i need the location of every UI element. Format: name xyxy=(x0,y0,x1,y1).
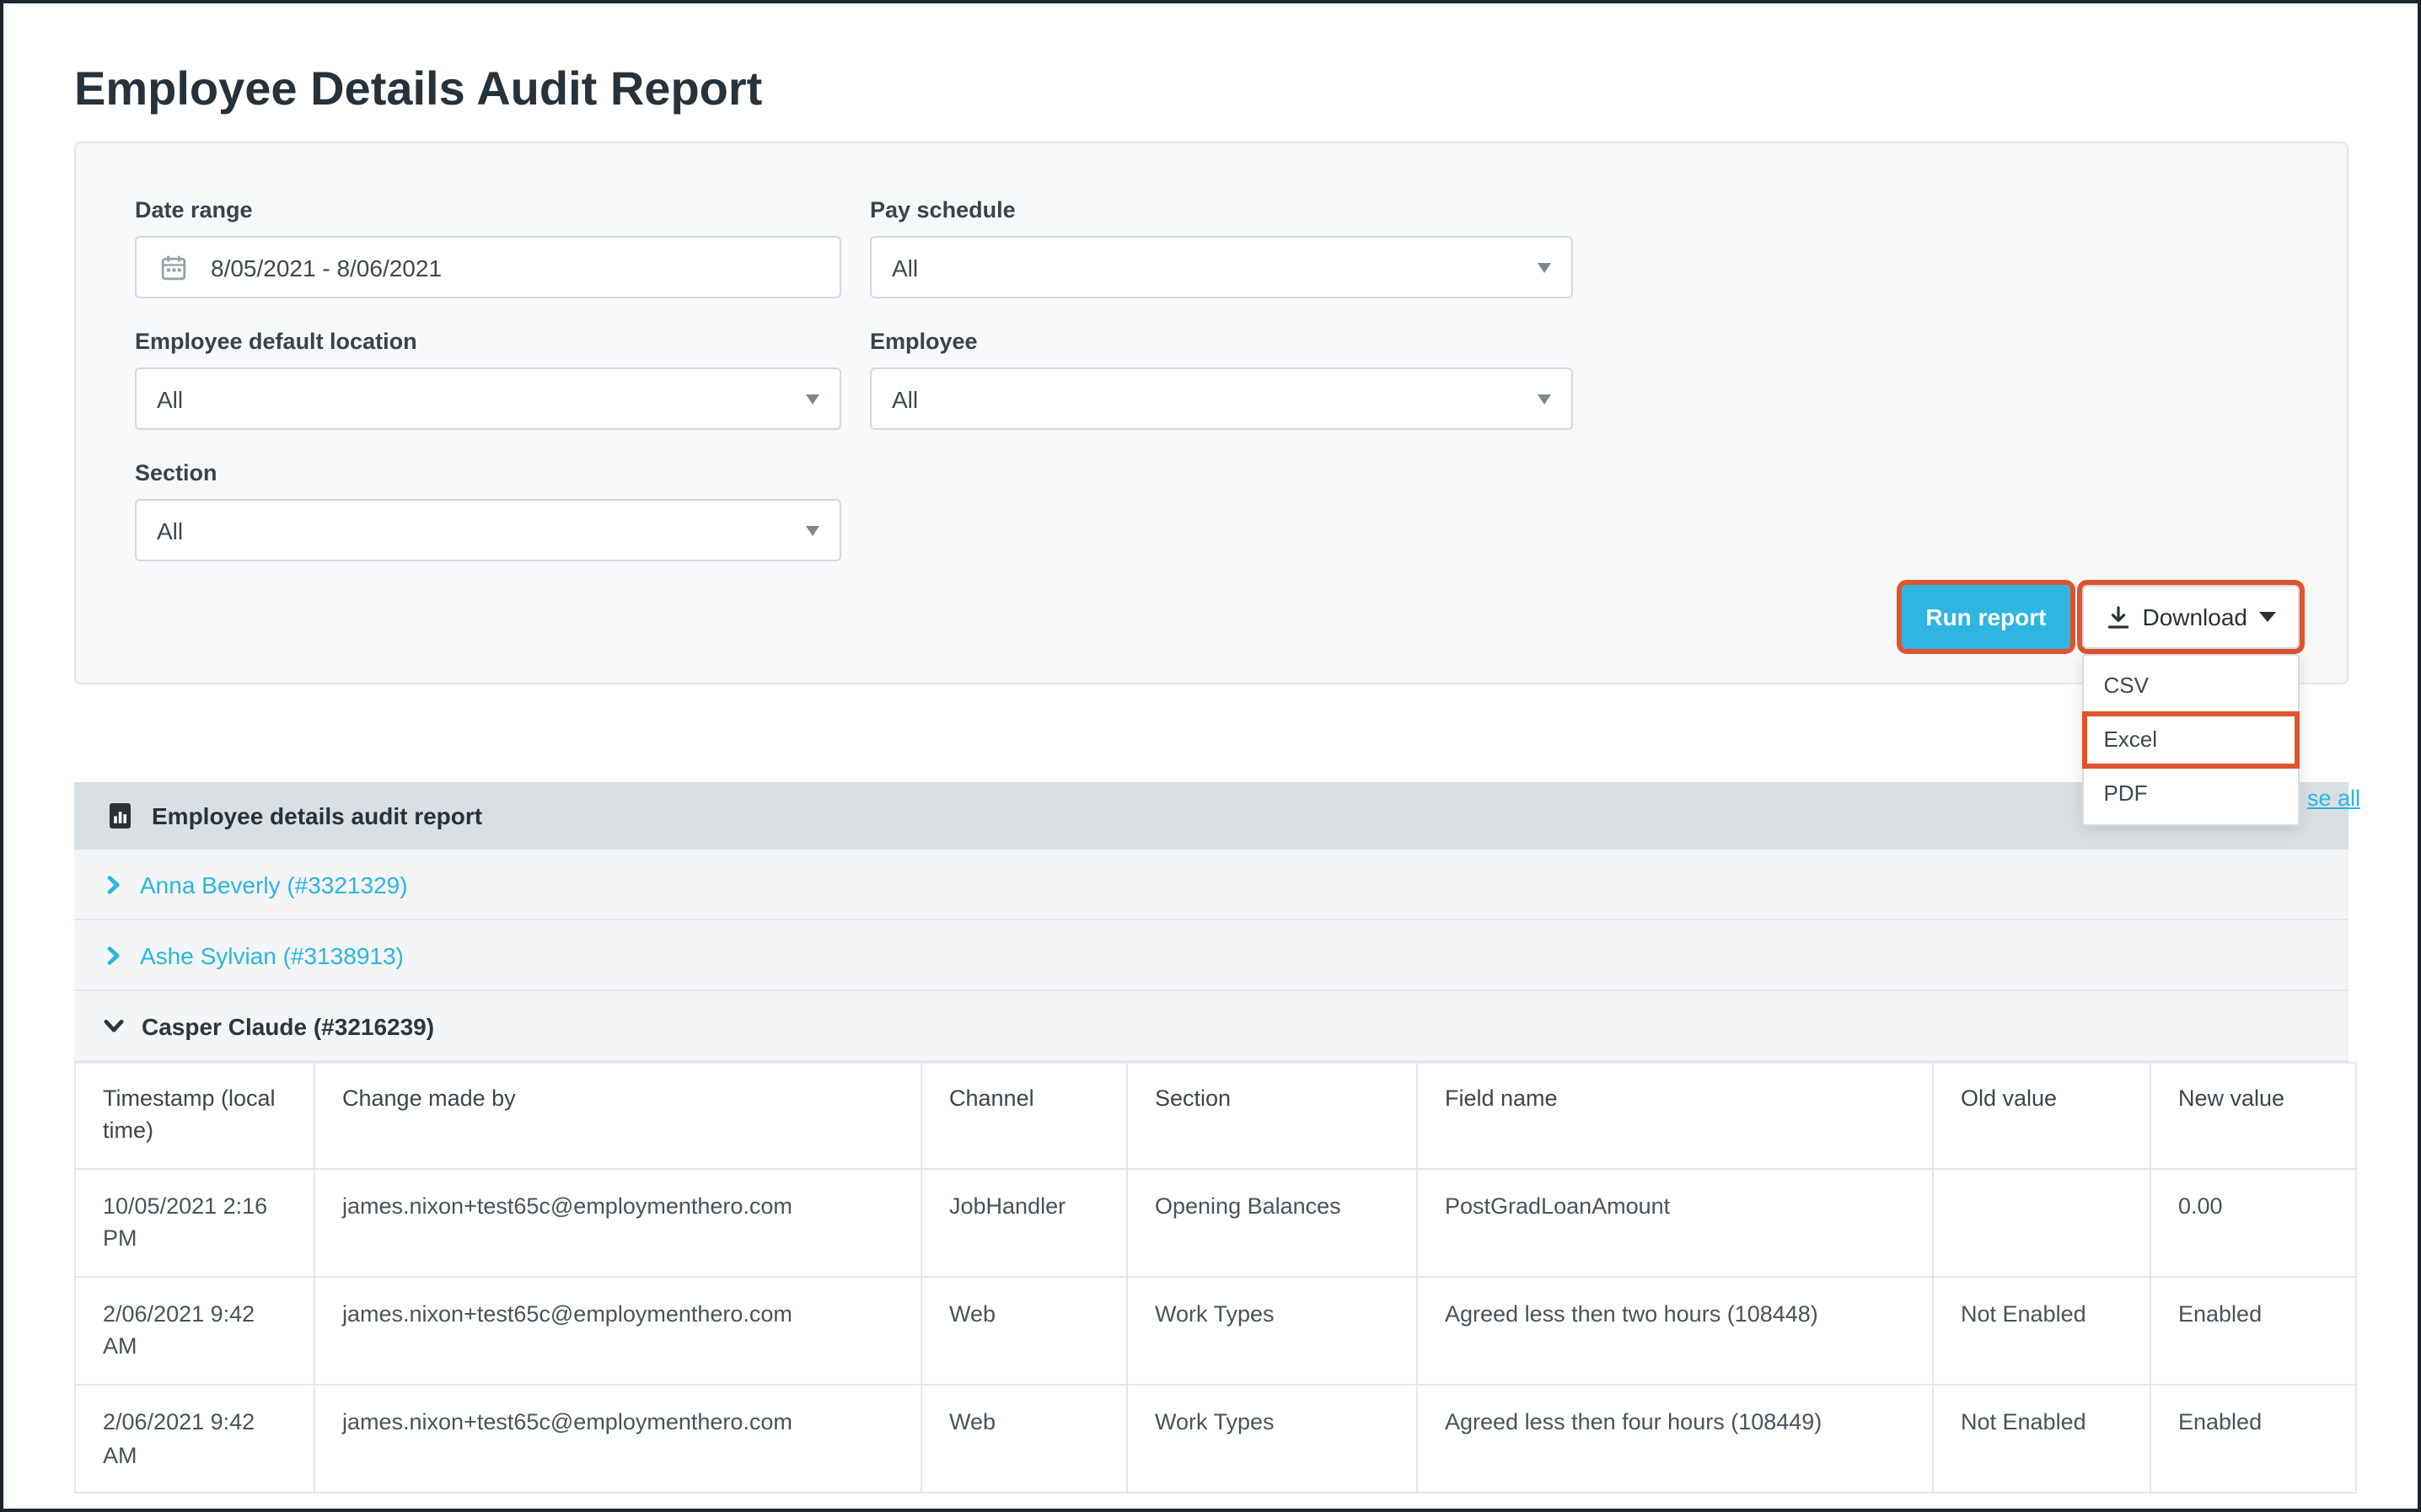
chevron-right-icon xyxy=(103,874,123,894)
column-header: Section xyxy=(1127,1063,1417,1169)
table-cell: james.nixon+test65c@employmenthero.com xyxy=(314,1169,921,1277)
employee-row-anna[interactable]: Anna Beverly (#3321329) xyxy=(74,850,2349,920)
table-cell: Not Enabled xyxy=(1933,1277,2150,1385)
table-row: 10/05/2021 2:16 PM james.nixon+test65c@e… xyxy=(75,1169,2356,1277)
column-header: Old value xyxy=(1933,1063,2150,1169)
employee-row-ashe[interactable]: Ashe Sylvian (#3138913) xyxy=(74,920,2349,991)
table-cell: 2/06/2021 9:42 AM xyxy=(75,1385,314,1493)
pay-schedule-select[interactable]: All xyxy=(870,236,1573,298)
table-row: 2/06/2021 9:42 AM james.nixon+test65c@em… xyxy=(75,1277,2356,1385)
section-field: Section All xyxy=(135,457,841,561)
download-icon xyxy=(2105,604,2130,630)
table-cell: Enabled xyxy=(2150,1277,2356,1385)
column-header: Field name xyxy=(1417,1063,1933,1169)
date-range-field: Date range 8/05/2021 - 8/06/ xyxy=(135,194,841,298)
column-header: Timestamp (local time) xyxy=(75,1063,314,1169)
screenshot-stage: Employee Details Audit Report Date range xyxy=(0,0,2421,1512)
download-menu: CSV Excel PDF xyxy=(2081,654,2300,826)
table-cell: james.nixon+test65c@employmenthero.com xyxy=(314,1385,921,1493)
download-label: Download xyxy=(2142,603,2247,630)
table-cell: 0.00 xyxy=(2150,1169,2356,1277)
employee-default-location-select[interactable]: All xyxy=(135,367,841,430)
table-cell: 2/06/2021 9:42 AM xyxy=(75,1277,314,1385)
table-cell: JobHandler xyxy=(921,1169,1127,1277)
menu-item-csv[interactable]: CSV xyxy=(2083,659,2298,713)
chevron-right-icon xyxy=(103,945,123,965)
pay-schedule-field: Pay schedule All xyxy=(870,194,1573,298)
pay-schedule-value: All xyxy=(892,254,918,281)
table-cell xyxy=(1933,1169,2150,1277)
actions-row: Run report Download CSV Excel PDF xyxy=(135,585,2300,649)
table-row: 2/06/2021 9:42 AM james.nixon+test65c@em… xyxy=(75,1385,2356,1493)
report-document-icon xyxy=(108,802,133,829)
employee-link[interactable]: Ashe Sylvian (#3138913) xyxy=(140,941,404,968)
table-cell: Web xyxy=(921,1277,1127,1385)
employee-link[interactable]: Anna Beverly (#3321329) xyxy=(140,871,408,898)
employee-default-location-field: Employee default location All xyxy=(135,325,841,430)
column-header: New value xyxy=(2150,1063,2356,1169)
filter-panel: Date range 8/05/2021 - 8/06/ xyxy=(74,142,2349,684)
table-header-row: Timestamp (local time) Change made by Ch… xyxy=(75,1063,2356,1169)
column-header: Change made by xyxy=(314,1063,921,1169)
employee-value: All xyxy=(892,385,918,412)
run-report-button[interactable]: Run report xyxy=(1902,585,2069,649)
employee-field: Employee All xyxy=(870,325,1573,430)
section-select[interactable]: All xyxy=(135,499,841,561)
column-header: Channel xyxy=(921,1063,1127,1169)
audit-table: Timestamp (local time) Change made by Ch… xyxy=(74,1062,2357,1493)
table-cell: PostGradLoanAmount xyxy=(1417,1169,1933,1277)
chevron-down-icon xyxy=(1538,394,1551,404)
download-wrap: Download CSV Excel PDF xyxy=(2081,585,2300,649)
table-cell: Enabled xyxy=(2150,1385,2356,1493)
employee-default-location-value: All xyxy=(157,385,183,412)
download-button[interactable]: Download xyxy=(2081,585,2300,649)
chevron-down-icon xyxy=(806,525,819,535)
table-cell: Agreed less then two hours (108448) xyxy=(1417,1277,1933,1385)
chevron-down-icon xyxy=(2259,612,2276,622)
section-value: All xyxy=(157,517,183,544)
employee-name-expanded: Casper Claude (#3216239) xyxy=(142,1012,434,1039)
pay-schedule-label: Pay schedule xyxy=(870,194,1573,226)
table-cell: Work Types xyxy=(1127,1277,1417,1385)
employee-label: Employee xyxy=(870,325,1573,357)
calendar-icon xyxy=(160,254,187,281)
table-cell: Work Types xyxy=(1127,1385,1417,1493)
report-header-title: Employee details audit report xyxy=(152,802,482,829)
table-cell: 10/05/2021 2:16 PM xyxy=(75,1169,314,1277)
employee-select[interactable]: All xyxy=(870,367,1573,430)
report-header: Employee details audit report xyxy=(74,782,2349,850)
table-cell: Not Enabled xyxy=(1933,1385,2150,1493)
table-cell: james.nixon+test65c@employmenthero.com xyxy=(314,1277,921,1385)
report-section: Employee details audit report Anna Bever… xyxy=(74,782,2349,1493)
table-cell: Web xyxy=(921,1385,1127,1493)
chevron-down-icon xyxy=(1538,262,1551,272)
menu-item-excel[interactable]: Excel xyxy=(2083,713,2298,767)
date-range-value: 8/05/2021 - 8/06/2021 xyxy=(211,254,442,281)
page: Employee Details Audit Report Date range xyxy=(3,61,2418,1512)
collapse-all-link[interactable]: se all xyxy=(2307,785,2360,811)
table-cell: Agreed less then four hours (108449) xyxy=(1417,1385,1933,1493)
date-range-label: Date range xyxy=(135,194,841,226)
chevron-down-icon xyxy=(103,1015,125,1037)
app-window: Employee Details Audit Report Date range xyxy=(0,0,2421,1512)
employee-row-casper[interactable]: Casper Claude (#3216239) xyxy=(74,991,2349,1062)
date-range-input[interactable]: 8/05/2021 - 8/06/2021 xyxy=(135,236,841,298)
page-title: Employee Details Audit Report xyxy=(74,61,2349,118)
employee-default-location-label: Employee default location xyxy=(135,325,841,357)
table-cell: Opening Balances xyxy=(1127,1169,1417,1277)
section-label: Section xyxy=(135,457,841,489)
chevron-down-icon xyxy=(806,394,819,404)
menu-item-pdf[interactable]: PDF xyxy=(2083,767,2298,821)
